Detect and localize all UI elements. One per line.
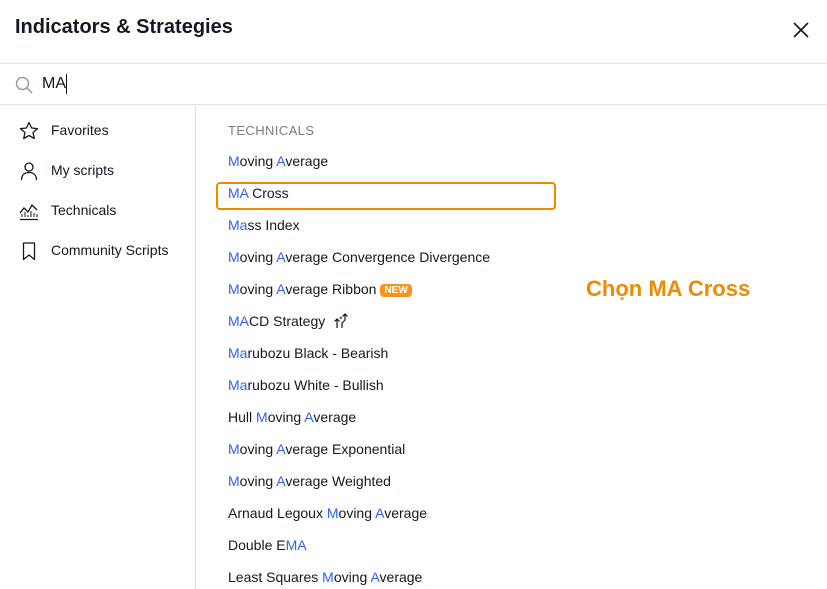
- match-highlight: M: [326, 505, 339, 521]
- sidebar-item-label: Technicals: [51, 202, 117, 218]
- row-text: ss Index: [247, 217, 300, 233]
- dialog-title: Indicators & Strategies: [15, 16, 233, 38]
- indicator-row[interactable]: Least Squares Moving Average: [228, 567, 422, 587]
- match-highlight: A: [370, 569, 380, 585]
- indicator-row[interactable]: Marubozu White - Bullish: [228, 375, 384, 395]
- match-highlight: M: [256, 409, 268, 425]
- row-text: oving: [239, 473, 277, 489]
- match-highlight: A: [304, 409, 314, 425]
- indicator-row[interactable]: Hull Moving Average: [228, 407, 356, 427]
- row-text: oving: [239, 281, 277, 297]
- row-text: verage: [313, 409, 357, 425]
- match-highlight: Ma: [228, 345, 248, 361]
- match-highlight: MA: [228, 313, 249, 329]
- match-highlight: M: [228, 473, 240, 489]
- bookmark-icon: [19, 241, 39, 261]
- row-text: verage: [379, 569, 423, 585]
- row-text: Hull: [228, 409, 257, 425]
- row-text: oving: [239, 153, 277, 169]
- dialog-header: Indicators & Strategies: [0, 0, 827, 64]
- sidebar-item-community-scripts[interactable]: Community Scripts: [0, 231, 195, 271]
- row-text: oving: [239, 441, 277, 457]
- indicator-row[interactable]: Moving Average Ribbon NEW: [228, 279, 412, 299]
- row-text: rubozu White - Bullish: [247, 377, 384, 393]
- row-text: Least Squares: [228, 569, 323, 585]
- results-panel: TECHNICALS Moving Average MA Cross Mass In…: [196, 105, 827, 589]
- sidebar-item-label: Community Scripts: [51, 242, 169, 258]
- row-text: Double E: [228, 537, 286, 553]
- new-badge: NEW: [380, 284, 412, 297]
- row-text: verage Exponential: [285, 441, 406, 457]
- highlight-box: [216, 182, 556, 210]
- search-input[interactable]: [42, 72, 742, 96]
- row-text: oving: [338, 505, 376, 521]
- sidebar-item-my-scripts[interactable]: My scripts: [0, 151, 195, 191]
- row-text: oving: [267, 409, 305, 425]
- match-highlight: A: [276, 473, 286, 489]
- match-highlight: M: [228, 281, 240, 297]
- match-highlight: M: [322, 569, 334, 585]
- row-text: verage: [384, 505, 428, 521]
- match-highlight: A: [276, 249, 286, 265]
- indicator-row[interactable]: Mass Index: [228, 215, 300, 235]
- row-text: oving: [239, 249, 277, 265]
- indicator-row[interactable]: Moving Average Exponential: [228, 439, 405, 459]
- match-highlight: A: [276, 281, 286, 297]
- match-highlight: M: [228, 441, 240, 457]
- match-highlight: M: [228, 249, 240, 265]
- match-highlight: A: [276, 441, 286, 457]
- match-highlight: A: [375, 505, 385, 521]
- indicator-row[interactable]: Moving Average Convergence Divergence: [228, 247, 490, 267]
- row-text: verage Convergence Divergence: [285, 249, 491, 265]
- star-icon: [19, 121, 39, 141]
- match-highlight: Ma: [228, 217, 248, 233]
- row-text: rubozu Black - Bearish: [247, 345, 389, 361]
- strategy-icon: [333, 313, 349, 329]
- match-highlight: Ma: [228, 377, 248, 393]
- close-icon[interactable]: [789, 18, 813, 42]
- sidebar-item-favorites[interactable]: Favorites: [0, 111, 195, 151]
- indicator-row[interactable]: Moving Average: [228, 151, 328, 171]
- chart-line-icon: [19, 201, 39, 221]
- section-title: TECHNICALS: [228, 123, 315, 138]
- match-highlight: MA: [285, 537, 307, 553]
- indicator-row[interactable]: Double EMA: [228, 535, 307, 555]
- row-text: Arnaud Legoux: [228, 505, 327, 521]
- annotation-text: Chọn MA Cross: [586, 276, 751, 301]
- row-text: verage: [285, 153, 329, 169]
- indicator-row[interactable]: Moving Average Weighted: [228, 471, 391, 491]
- indicator-row[interactable]: Arnaud Legoux Moving Average: [228, 503, 427, 523]
- row-text: verage Weighted: [285, 473, 391, 489]
- user-icon: [19, 161, 39, 181]
- sidebar: Favorites My scripts Technicals Communit…: [0, 105, 196, 589]
- match-highlight: A: [276, 153, 286, 169]
- search-bar: [0, 64, 827, 105]
- row-text: verage Ribbon: [285, 281, 377, 297]
- sidebar-item-technicals[interactable]: Technicals: [0, 191, 195, 231]
- row-text: oving: [333, 569, 371, 585]
- match-highlight: M: [228, 153, 240, 169]
- indicator-row[interactable]: Marubozu Black - Bearish: [228, 343, 388, 363]
- search-icon: [14, 75, 34, 95]
- sidebar-item-label: My scripts: [51, 162, 114, 178]
- text-caret: [66, 74, 67, 94]
- row-text: CD Strategy: [249, 313, 326, 329]
- indicator-row[interactable]: MACD Strategy: [228, 311, 349, 331]
- sidebar-item-label: Favorites: [51, 122, 109, 138]
